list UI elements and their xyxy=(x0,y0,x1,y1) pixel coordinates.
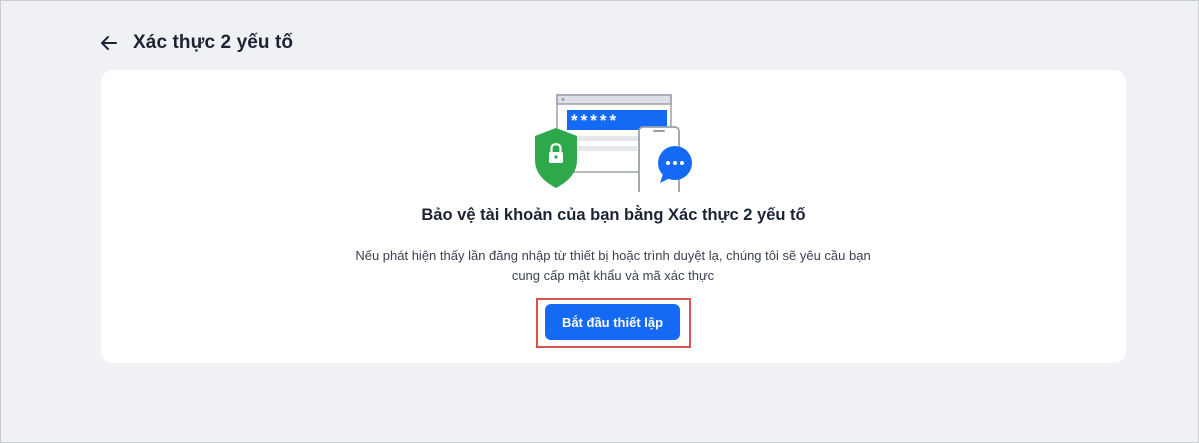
shield-lock-icon xyxy=(535,128,577,188)
card-description: Nếu phát hiện thấy lần đăng nhập từ thiế… xyxy=(313,246,913,286)
window-frame: Xác thực 2 yếu tố ***** Bảo vệ tài khoản… xyxy=(0,0,1199,443)
password-mask: ***** xyxy=(571,111,619,130)
two-factor-card: ***** Bảo vệ tài khoản của bạn bằng Xác … xyxy=(101,70,1126,363)
page-title: Xác thực 2 yếu tố xyxy=(133,32,294,53)
description-line-1: Nếu phát hiện thấy lần đăng nhập từ thiế… xyxy=(355,248,871,263)
arrow-left-icon xyxy=(101,36,117,50)
page-header: Xác thực 2 yếu tố xyxy=(97,29,293,57)
back-button[interactable] xyxy=(97,31,121,55)
card-heading: Bảo vệ tài khoản của bạn bằng Xác thực 2… xyxy=(421,206,806,224)
chat-bubble-icon xyxy=(658,146,692,183)
start-setup-button[interactable]: Bắt đầu thiết lập xyxy=(545,304,680,340)
two-factor-illustration: ***** xyxy=(535,94,692,192)
description-line-2: cung cấp mật khẩu và mã xác thực xyxy=(511,268,715,283)
